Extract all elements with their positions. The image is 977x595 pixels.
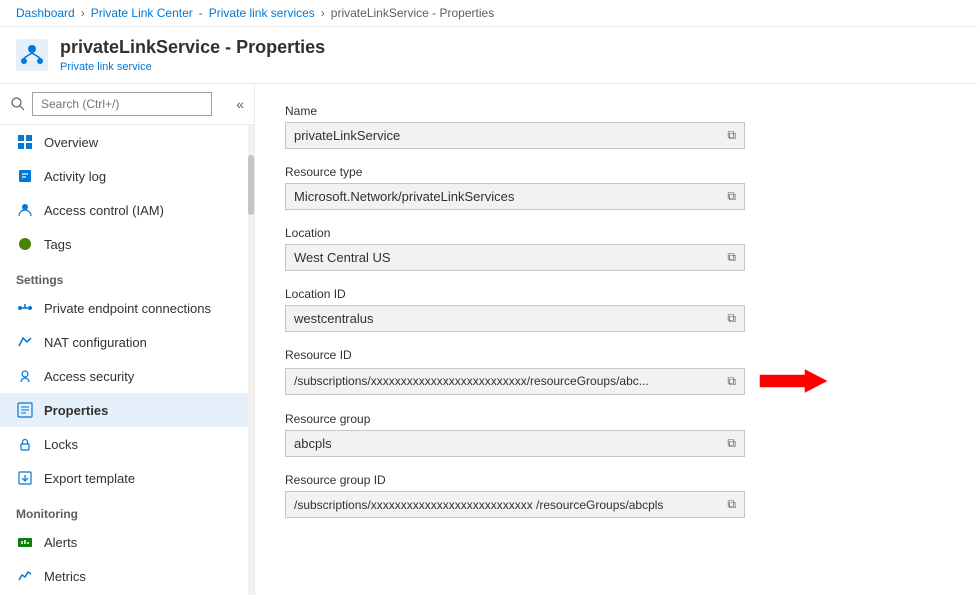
field-resource-group-row: abcpls ⧉ xyxy=(285,430,947,457)
search-box: « xyxy=(0,84,254,125)
page-subtitle: Private link service xyxy=(60,61,152,73)
breadcrumb-sep-1: › xyxy=(81,6,85,20)
field-name-label: Name xyxy=(285,104,947,118)
sidebar-item-activity-log-label: Activity log xyxy=(44,169,106,184)
locks-icon xyxy=(16,435,34,453)
sidebar-item-tags[interactable]: Tags xyxy=(0,227,254,261)
field-resource-group: Resource group abcpls ⧉ xyxy=(285,412,947,457)
field-name-input: privateLinkService ⧉ xyxy=(285,122,745,149)
breadcrumb-current: privateLinkService - Properties xyxy=(331,6,494,20)
page-title: privateLinkService - Properties xyxy=(60,37,325,58)
breadcrumb-sep-3: › xyxy=(321,6,325,20)
properties-icon xyxy=(16,401,34,419)
monitoring-section-label: Monitoring xyxy=(0,495,254,525)
tags-icon xyxy=(16,235,34,253)
breadcrumb-plc[interactable]: Private Link Center xyxy=(91,6,193,20)
main-layout: « Overview xyxy=(0,84,977,595)
field-resource-group-input: abcpls ⧉ xyxy=(285,430,745,457)
field-resource-group-id-label: Resource group ID xyxy=(285,473,947,487)
metrics-icon xyxy=(16,567,34,585)
copy-resource-type-button[interactable]: ⧉ xyxy=(727,189,736,204)
sidebar-item-nat[interactable]: NAT configuration xyxy=(0,325,254,359)
service-icon xyxy=(16,39,48,71)
alerts-icon xyxy=(16,533,34,551)
breadcrumb-pls[interactable]: Private link services xyxy=(209,6,315,20)
field-resource-group-id-row: /subscriptions/xxxxxxxxxxxxxxxxxxxxxxxxx… xyxy=(285,491,947,518)
field-resource-group-id: Resource group ID /subscriptions/xxxxxxx… xyxy=(285,473,947,518)
sidebar-scroll: Overview Activity log xyxy=(0,125,254,595)
copy-location-id-button[interactable]: ⧉ xyxy=(727,311,736,326)
field-name-row: privateLinkService ⧉ xyxy=(285,122,947,149)
field-location-id-label: Location ID xyxy=(285,287,947,301)
sidebar-item-alerts-label: Alerts xyxy=(44,535,77,550)
field-resource-type-row: Microsoft.Network/privateLinkServices ⧉ xyxy=(285,183,947,210)
sidebar-item-properties[interactable]: Properties xyxy=(0,393,254,427)
field-resource-id: Resource ID /subscriptions/xxxxxxxxxxxxx… xyxy=(285,348,947,396)
field-location-id-row: westcentralus ⧉ xyxy=(285,305,947,332)
sidebar-item-overview-label: Overview xyxy=(44,135,98,150)
field-resource-type: Resource type Microsoft.Network/privateL… xyxy=(285,165,947,210)
arrow-indicator xyxy=(759,366,829,396)
sidebar-item-access-control-label: Access control (IAM) xyxy=(44,203,164,218)
content-area: Name privateLinkService ⧉ Resource type … xyxy=(255,84,977,595)
breadcrumb: Dashboard › Private Link Center - Privat… xyxy=(0,0,977,27)
field-location-id-input: westcentralus ⧉ xyxy=(285,305,745,332)
breadcrumb-sep-2: - xyxy=(199,6,203,20)
copy-name-button[interactable]: ⧉ xyxy=(727,128,736,143)
sidebar-item-overview[interactable]: Overview xyxy=(0,125,254,159)
field-name: Name privateLinkService ⧉ xyxy=(285,104,947,149)
page-header-text: privateLinkService - Properties Private … xyxy=(60,37,325,73)
export-icon xyxy=(16,469,34,487)
security-icon xyxy=(16,367,34,385)
field-resource-id-row: /subscriptions/xxxxxxxxxxxxxxxxxxxxxxxxx… xyxy=(285,366,947,396)
red-arrow-icon xyxy=(759,366,829,396)
sidebar-item-nat-label: NAT configuration xyxy=(44,335,147,350)
sidebar-item-export[interactable]: Export template xyxy=(0,461,254,495)
breadcrumb-dashboard[interactable]: Dashboard xyxy=(16,6,75,20)
sidebar-item-access-security-label: Access security xyxy=(44,369,134,384)
settings-section-label: Settings xyxy=(0,261,254,291)
copy-resource-group-button[interactable]: ⧉ xyxy=(727,436,736,451)
overview-icon xyxy=(16,133,34,151)
field-location-label: Location xyxy=(285,226,947,240)
iam-icon xyxy=(16,201,34,219)
field-resource-type-input: Microsoft.Network/privateLinkServices ⧉ xyxy=(285,183,745,210)
field-location-input: West Central US ⧉ xyxy=(285,244,745,271)
connections-icon xyxy=(16,299,34,317)
copy-resource-group-id-button[interactable]: ⧉ xyxy=(727,497,736,512)
sidebar-item-locks[interactable]: Locks xyxy=(0,427,254,461)
sidebar-item-metrics[interactable]: Metrics xyxy=(0,559,254,593)
field-resource-type-label: Resource type xyxy=(285,165,947,179)
field-resource-id-label: Resource ID xyxy=(285,348,947,362)
search-icon xyxy=(10,96,26,112)
field-location: Location West Central US ⧉ xyxy=(285,226,947,271)
sidebar-item-locks-label: Locks xyxy=(44,437,78,452)
sidebar-item-export-label: Export template xyxy=(44,471,135,486)
field-location-row: West Central US ⧉ xyxy=(285,244,947,271)
sidebar: « Overview xyxy=(0,84,255,595)
sidebar-item-metrics-label: Metrics xyxy=(44,569,86,584)
field-resource-id-input: /subscriptions/xxxxxxxxxxxxxxxxxxxxxxxxx… xyxy=(285,368,745,395)
sidebar-item-properties-label: Properties xyxy=(44,403,108,418)
sidebar-item-private-endpoint[interactable]: Private endpoint connections xyxy=(0,291,254,325)
field-location-id: Location ID westcentralus ⧉ xyxy=(285,287,947,332)
page-header: privateLinkService - Properties Private … xyxy=(0,27,977,84)
sidebar-item-access-security[interactable]: Access security xyxy=(0,359,254,393)
activity-icon xyxy=(16,167,34,185)
sidebar-item-access-control[interactable]: Access control (IAM) xyxy=(0,193,254,227)
sidebar-item-alerts[interactable]: Alerts xyxy=(0,525,254,559)
sidebar-item-tags-label: Tags xyxy=(44,237,71,252)
sidebar-item-activity-log[interactable]: Activity log xyxy=(0,159,254,193)
collapse-button[interactable]: « xyxy=(236,96,244,112)
scrollbar[interactable] xyxy=(248,125,254,595)
copy-resource-id-button[interactable]: ⧉ xyxy=(727,374,736,389)
copy-location-button[interactable]: ⧉ xyxy=(727,250,736,265)
scrollbar-thumb[interactable] xyxy=(248,155,254,215)
search-input[interactable] xyxy=(32,92,212,116)
field-resource-group-label: Resource group xyxy=(285,412,947,426)
nat-icon xyxy=(16,333,34,351)
sidebar-item-private-endpoint-label: Private endpoint connections xyxy=(44,301,211,316)
field-resource-group-id-input: /subscriptions/xxxxxxxxxxxxxxxxxxxxxxxxx… xyxy=(285,491,745,518)
